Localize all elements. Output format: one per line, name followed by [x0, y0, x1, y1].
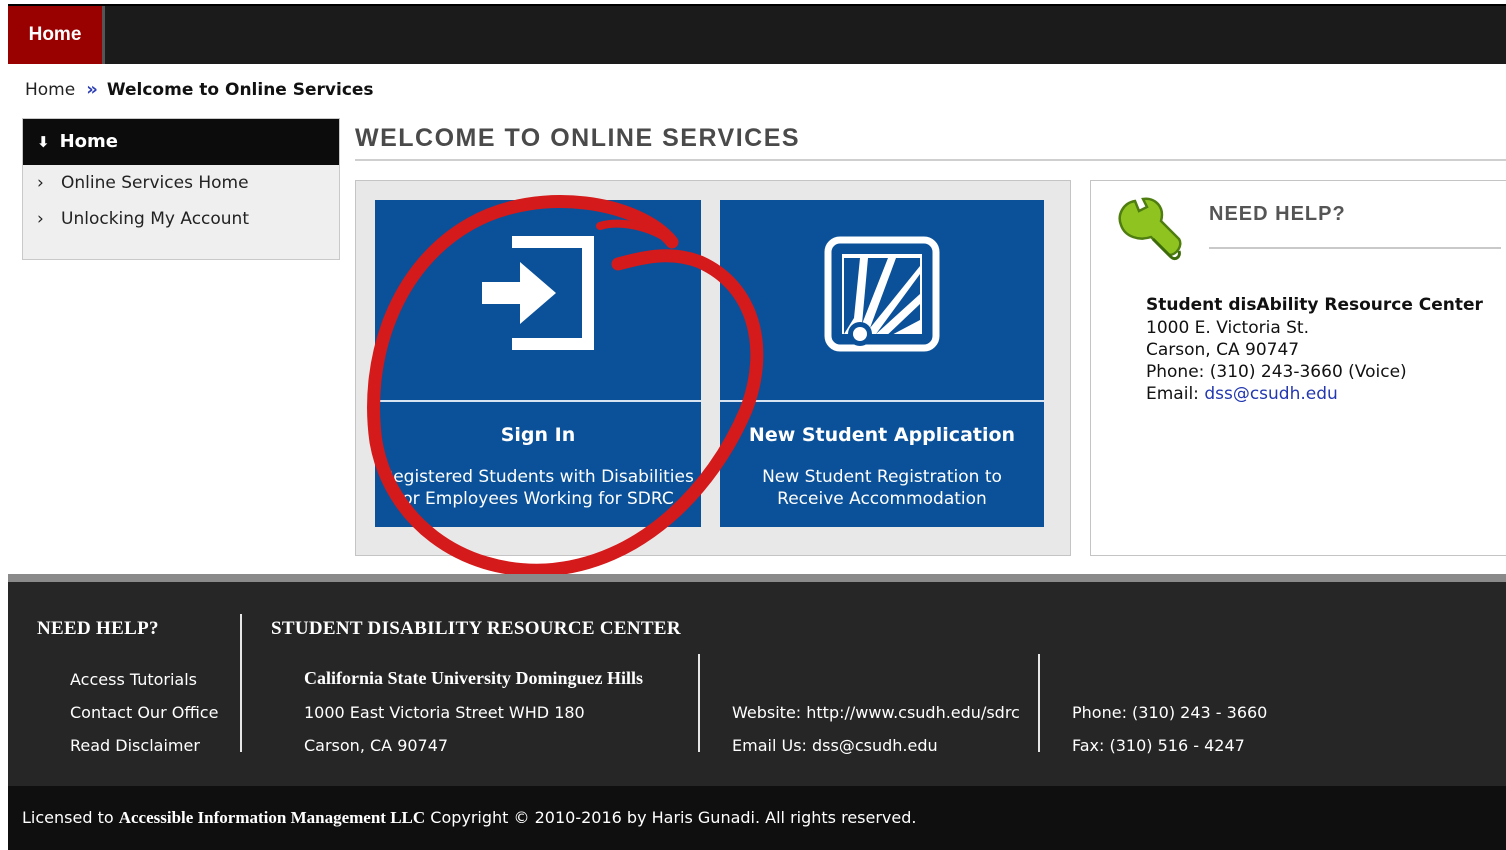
footer-street: 1000 East Victoria Street WHD 180: [304, 703, 585, 722]
sign-in-desc-line2: or Employees Working for SDRC: [402, 489, 674, 509]
tile-separator: [375, 400, 701, 402]
footer-divider: [1038, 654, 1040, 752]
sidebar: ⬇ Home › Online Services Home › Unlocking M…: [22, 118, 340, 260]
breadcrumb-current: Welcome to Online Services: [106, 80, 374, 100]
page-title: WELCOME TO ONLINE SERVICES: [355, 124, 801, 152]
help-address1: 1000 E. Victoria St.: [1146, 318, 1310, 338]
sign-in-description: Registered Students with Disabilities or…: [375, 466, 701, 510]
sign-in-icon: [482, 236, 594, 350]
sidebar-item-label: Online Services Home: [61, 173, 249, 193]
footer-link-read-disclaimer[interactable]: Read Disclaimer: [70, 736, 200, 755]
wrench-icon: [1118, 197, 1182, 261]
copyright-suffix: Copyright © 2010-2016 by Haris Gunadi. A…: [430, 808, 917, 827]
sidebar-header-label: Home: [59, 131, 118, 152]
help-org-name: Student disAbility Resource Center: [1146, 295, 1483, 315]
sign-in-desc-line1: Registered Students with Disabilities: [382, 467, 694, 487]
copyright-prefix: Licensed to: [22, 808, 114, 827]
footer-university: California State University Dominguez Hi…: [304, 668, 643, 688]
chevron-right-icon: ›: [37, 173, 44, 193]
help-email-label: Email:: [1146, 384, 1199, 404]
help-email-row: Email: dss@csudh.edu: [1146, 383, 1338, 405]
footer-city: Carson, CA 90747: [304, 736, 449, 755]
help-phone: Phone: (310) 243-3660 (Voice): [1146, 362, 1407, 382]
title-divider: [355, 159, 1506, 161]
footer-divider: [240, 614, 242, 752]
home-tab[interactable]: Home: [8, 6, 102, 64]
footer-link-access-tutorials[interactable]: Access Tutorials: [70, 670, 197, 689]
footer-fax: Fax: (310) 516 - 4247: [1072, 736, 1245, 755]
top-nav-bar: Home: [8, 4, 1506, 64]
new-app-desc-line2: Receive Accommodation: [777, 489, 987, 509]
nav-divider: [102, 6, 105, 64]
sunrise-icon: [824, 236, 940, 352]
new-app-desc-line1: New Student Registration to: [762, 467, 1002, 487]
need-help-box: NEED HELP? Student disAbility Resource C…: [1090, 180, 1506, 556]
help-divider: [1209, 247, 1501, 249]
tile-separator: [720, 400, 1044, 402]
copyright-bar: Licensed to Accessible Information Manag…: [8, 786, 1506, 850]
new-app-description: New Student Registration to Receive Acco…: [720, 466, 1044, 510]
footer-need-help-heading: NEED HELP?: [37, 618, 159, 639]
new-app-title: New Student Application: [748, 424, 1016, 446]
breadcrumb: Home » Welcome to Online Services: [25, 78, 374, 102]
footer-center-heading: STUDENT DISABILITY RESOURCE CENTER: [271, 618, 681, 639]
need-help-heading: NEED HELP?: [1209, 203, 1346, 225]
sign-in-icon-area: [375, 200, 701, 400]
new-app-icon-area: [720, 200, 1044, 400]
footer-email[interactable]: Email Us: dss@csudh.edu: [732, 736, 938, 755]
footer-phone: Phone: (310) 243 - 3660: [1072, 703, 1268, 722]
breadcrumb-separator: »: [86, 79, 98, 100]
copyright-company: Accessible Information Management LLC: [118, 808, 426, 827]
sidebar-item-label: Unlocking My Account: [61, 209, 249, 229]
sidebar-item-online-services-home[interactable]: › Online Services Home: [23, 165, 339, 201]
sidebar-header[interactable]: ⬇ Home: [23, 119, 339, 165]
sign-in-tile[interactable]: Sign In Registered Students with Disabil…: [375, 200, 701, 527]
sign-in-title: Sign In: [500, 424, 576, 446]
double-chevron-down-icon: ⬇: [37, 133, 50, 151]
help-address2: Carson, CA 90747: [1146, 340, 1300, 360]
tiles-panel: Sign In Registered Students with Disabil…: [355, 180, 1071, 556]
footer-link-contact-office[interactable]: Contact Our Office: [70, 703, 218, 722]
footer: NEED HELP? Access Tutorials Contact Our …: [8, 574, 1506, 786]
breadcrumb-home-link[interactable]: Home: [25, 80, 75, 100]
sidebar-item-unlocking-account[interactable]: › Unlocking My Account: [23, 201, 339, 237]
footer-website[interactable]: Website: http://www.csudh.edu/sdrc: [732, 703, 1020, 722]
help-email-link[interactable]: dss@csudh.edu: [1204, 384, 1337, 404]
chevron-right-icon: ›: [37, 209, 44, 229]
footer-divider: [698, 654, 700, 752]
new-student-application-tile[interactable]: New Student Application New Student Regi…: [720, 200, 1044, 527]
